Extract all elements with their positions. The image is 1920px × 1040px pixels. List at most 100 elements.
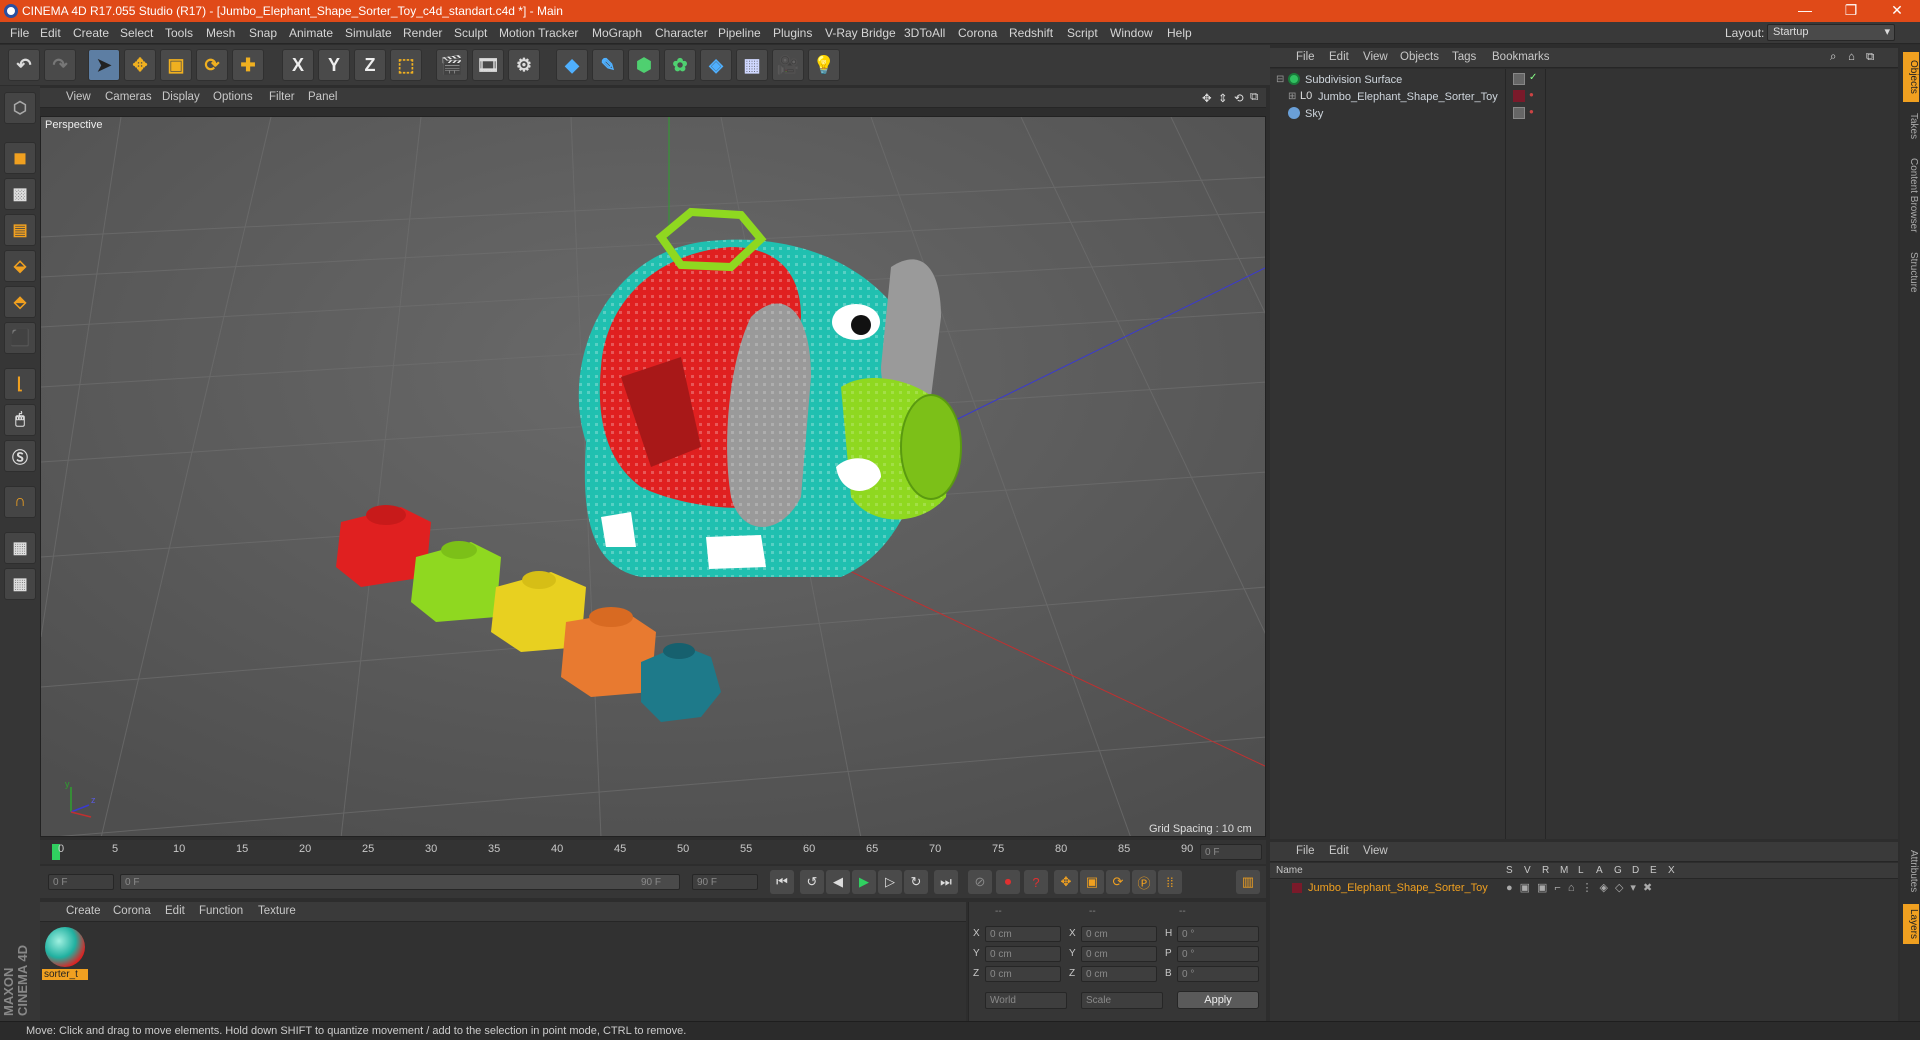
tab-layers[interactable]: Layers bbox=[1903, 904, 1919, 944]
object-menu-view[interactable]: View bbox=[1363, 51, 1388, 63]
viewport[interactable]: Perspective y z Grid Spacing : 10 cm bbox=[40, 116, 1266, 837]
col-solo[interactable]: S bbox=[1506, 865, 1513, 876]
col-expressions[interactable]: E bbox=[1650, 865, 1657, 876]
position-x-field[interactable]: 0 cm bbox=[985, 926, 1061, 942]
menu-vray-bridge[interactable]: V-Ray Bridge bbox=[825, 26, 896, 40]
col-render[interactable]: R bbox=[1542, 865, 1549, 876]
scale-tool-icon[interactable]: ▣ bbox=[160, 49, 192, 81]
home-icon[interactable]: ⌂ bbox=[1848, 51, 1855, 63]
viewport-menu-cameras[interactable]: Cameras bbox=[105, 91, 152, 103]
record-keyframe-icon[interactable]: ⊘ bbox=[968, 870, 992, 894]
size-z-field[interactable]: 0 cm bbox=[1081, 966, 1157, 982]
key-scale-icon[interactable]: ▣ bbox=[1080, 870, 1104, 894]
redo-icon[interactable]: ↷ bbox=[44, 49, 76, 81]
snapping-icon[interactable]: Ⓢ bbox=[4, 440, 36, 472]
key-move-icon[interactable]: ✥ bbox=[1054, 870, 1078, 894]
axis-x-button[interactable]: X bbox=[282, 49, 314, 81]
object-row[interactable]: Sky ● bbox=[1270, 107, 1898, 124]
render-view-icon[interactable]: 🎬 bbox=[436, 49, 468, 81]
col-view[interactable]: V bbox=[1524, 865, 1531, 876]
move-tool-icon[interactable]: ✥ bbox=[124, 49, 156, 81]
col-deformers[interactable]: D bbox=[1632, 865, 1639, 876]
material-menu-corona[interactable]: Corona bbox=[113, 905, 151, 917]
pen-spline-icon[interactable]: ✎ bbox=[592, 49, 624, 81]
search-icon[interactable]: ⌕ bbox=[1830, 51, 1836, 64]
viewport-menu-filter[interactable]: Filter bbox=[269, 91, 295, 103]
workplane-lock-icon[interactable]: ▦ bbox=[4, 532, 36, 564]
material-menu-function[interactable]: Function bbox=[199, 905, 243, 917]
go-to-end-icon[interactable]: ⏭ bbox=[934, 870, 958, 894]
workplane-align-icon[interactable]: ▦ bbox=[4, 568, 36, 600]
start-frame-field[interactable]: 0 F bbox=[48, 874, 114, 890]
menu-animate[interactable]: Animate bbox=[289, 26, 333, 40]
position-y-field[interactable]: 0 cm bbox=[985, 946, 1061, 962]
autokey-icon[interactable]: ⏺ bbox=[996, 870, 1020, 894]
menu-3dtoall[interactable]: 3DToAll bbox=[904, 26, 945, 40]
col-locked[interactable]: L bbox=[1578, 865, 1584, 876]
menu-sculpt[interactable]: Sculpt bbox=[454, 26, 487, 40]
points-mode-icon[interactable]: ⬙ bbox=[4, 250, 36, 282]
layer-menu-view[interactable]: View bbox=[1363, 845, 1388, 857]
timeline-window-icon[interactable]: ▥ bbox=[1236, 870, 1260, 894]
layer-row[interactable]: Jumbo_Elephant_Shape_Sorter_Toy ●▣▣⌐⌂⋮◈◇… bbox=[1270, 881, 1898, 898]
object-menu-tags[interactable]: Tags bbox=[1452, 51, 1476, 63]
object-row[interactable]: ⊟ Subdivision Surface ✓ bbox=[1270, 72, 1898, 90]
menu-mograph[interactable]: MoGraph bbox=[592, 26, 642, 40]
menu-edit[interactable]: Edit bbox=[40, 26, 61, 40]
floor-icon[interactable]: ▦ bbox=[736, 49, 768, 81]
rotation-b-field[interactable]: 0 ° bbox=[1177, 966, 1259, 982]
layer-tag-icon[interactable] bbox=[1513, 73, 1525, 85]
rotate-tool-icon[interactable]: ⟳ bbox=[196, 49, 228, 81]
rotation-p-field[interactable]: 0 ° bbox=[1177, 946, 1259, 962]
col-xref[interactable]: X bbox=[1668, 865, 1675, 876]
polygons-mode-icon[interactable]: ⬛ bbox=[4, 322, 36, 354]
object-menu-objects[interactable]: Objects bbox=[1400, 51, 1439, 63]
edges-mode-icon[interactable]: ⬘ bbox=[4, 286, 36, 318]
menu-window[interactable]: Window bbox=[1110, 26, 1153, 40]
tab-takes[interactable]: Takes bbox=[1903, 106, 1919, 146]
menu-create[interactable]: Create bbox=[73, 26, 109, 40]
menu-script[interactable]: Script bbox=[1067, 26, 1098, 40]
deformer-icon[interactable]: ◈ bbox=[700, 49, 732, 81]
keyframe-selection-icon[interactable]: ? bbox=[1024, 870, 1048, 894]
render-settings-icon[interactable]: ⚙ bbox=[508, 49, 540, 81]
minimize-button[interactable]: — bbox=[1782, 2, 1828, 18]
menu-render[interactable]: Render bbox=[403, 26, 442, 40]
object-menu-file[interactable]: File bbox=[1296, 51, 1315, 63]
subdivision-generator-icon[interactable]: ⬢ bbox=[628, 49, 660, 81]
tab-attributes[interactable]: Attributes bbox=[1903, 842, 1919, 900]
cube-primitive-icon[interactable]: ◆ bbox=[556, 49, 588, 81]
material-menu-texture[interactable]: Texture bbox=[258, 905, 296, 917]
col-manager[interactable]: M bbox=[1560, 865, 1568, 876]
visibility-dots-icon[interactable]: ● bbox=[1529, 107, 1534, 116]
selection-arrow-icon[interactable]: ➤ bbox=[88, 49, 120, 81]
viewport-menu-view[interactable]: View bbox=[66, 91, 91, 103]
key-param-icon[interactable]: Ⓟ bbox=[1132, 870, 1156, 894]
tab-content-browser[interactable]: Content Browser bbox=[1903, 150, 1919, 240]
visibility-dots-icon[interactable]: ● bbox=[1529, 90, 1534, 99]
preview-range-slider[interactable]: 0 F 90 F bbox=[120, 874, 680, 890]
viewport-menu-display[interactable]: Display bbox=[162, 91, 200, 103]
key-pla-icon[interactable]: ⁞⁞ bbox=[1158, 870, 1182, 894]
layer-color-swatch[interactable] bbox=[1513, 90, 1525, 102]
close-button[interactable]: ✕ bbox=[1874, 2, 1920, 19]
restore-button[interactable]: ❐ bbox=[1828, 2, 1874, 19]
model-mode-icon[interactable]: ◼ bbox=[4, 142, 36, 174]
menu-file[interactable]: File bbox=[10, 26, 29, 40]
next-frame-icon[interactable]: ▷ bbox=[878, 870, 902, 894]
viewport-rotate-icon[interactable]: ⟲ bbox=[1234, 91, 1244, 105]
tab-structure[interactable]: Structure bbox=[1903, 244, 1919, 300]
array-icon[interactable]: ✿ bbox=[664, 49, 696, 81]
end-frame-field[interactable]: 90 F bbox=[692, 874, 758, 890]
menu-tools[interactable]: Tools bbox=[165, 26, 193, 40]
coordinate-system-icon[interactable]: ⬚ bbox=[390, 49, 422, 81]
menu-motion-tracker[interactable]: Motion Tracker bbox=[499, 26, 578, 40]
play-icon[interactable]: ▶ bbox=[852, 870, 876, 894]
enabled-check-icon[interactable]: ✓ bbox=[1529, 72, 1537, 83]
object-menu-edit[interactable]: Edit bbox=[1329, 51, 1349, 63]
layout-select[interactable]: Startup ▾ bbox=[1767, 24, 1895, 41]
coordinate-mode-select[interactable]: World bbox=[985, 992, 1067, 1009]
magnet-icon[interactable]: ∩ bbox=[4, 486, 36, 518]
size-x-field[interactable]: 0 cm bbox=[1081, 926, 1157, 942]
camera-icon[interactable]: 🎥 bbox=[772, 49, 804, 81]
